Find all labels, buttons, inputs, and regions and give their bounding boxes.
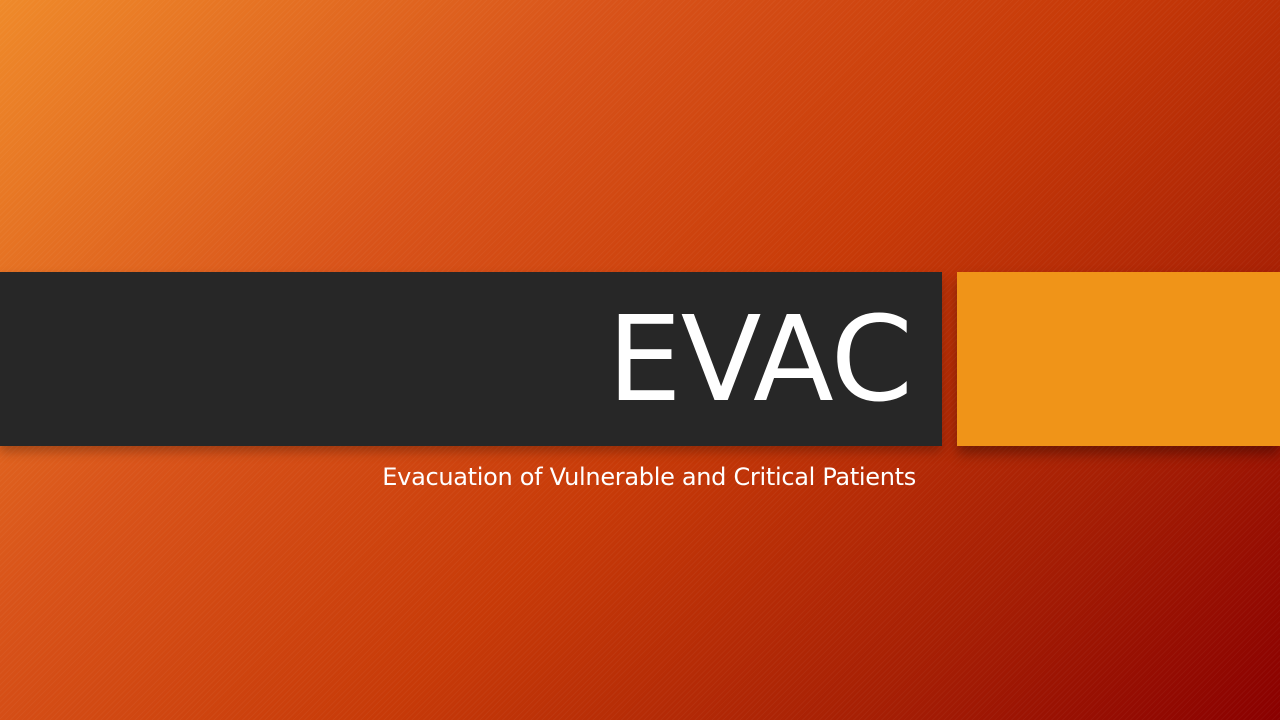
accent-block (957, 272, 1280, 446)
slide: EVAC Evacuation of Vulnerable and Critic… (0, 0, 1280, 720)
slide-subtitle: Evacuation of Vulnerable and Critical Pa… (382, 463, 916, 491)
title-band: EVAC (0, 272, 942, 446)
slide-title: EVAC (607, 290, 913, 428)
